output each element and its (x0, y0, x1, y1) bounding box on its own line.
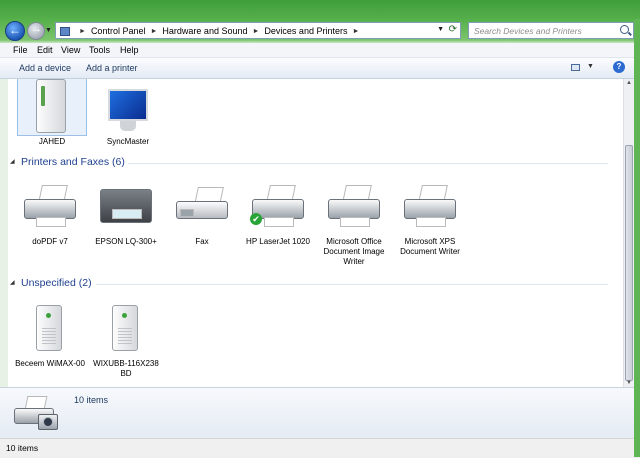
printer-icon (16, 179, 84, 235)
breadcrumb-arrow-icon[interactable]: ► (352, 28, 359, 35)
dot-matrix-printer-icon (92, 179, 160, 235)
menu-bar: File Edit View Tools Help (0, 43, 640, 58)
device-label: doPDF v7 (32, 237, 68, 246)
device-label: EPSON LQ-300+ (95, 237, 157, 246)
device-label: SyncMaster (106, 137, 150, 146)
printer-icon (320, 179, 388, 235)
view-options-dropdown[interactable]: ▼ (587, 63, 594, 70)
menu-edit[interactable]: Edit (37, 45, 53, 55)
menu-view[interactable]: View (61, 45, 80, 55)
breadcrumb-devices-and-printers[interactable]: Devices and Printers (264, 26, 347, 36)
address-dropdown[interactable]: ▼ (437, 26, 444, 33)
recent-pages-dropdown[interactable]: ▼ (45, 27, 52, 34)
printer-icon (396, 179, 464, 235)
menu-file[interactable]: File (13, 45, 28, 55)
group-title: Unspecified (2) (21, 277, 92, 289)
collapse-arrow-icon[interactable]: ◢ (10, 279, 15, 286)
device-label: Microsoft XPS Document Writer (400, 237, 460, 256)
tower-device-icon (16, 301, 84, 357)
help-icon[interactable]: ? (613, 61, 625, 73)
command-bar: Add a device Add a printer ▼ ? (0, 58, 640, 79)
scrollbar-thumb[interactable] (625, 145, 633, 381)
device-list: JAHED SyncMaster ◢ Printers and Faxes (6… (8, 79, 623, 387)
forward-button[interactable] (27, 22, 45, 40)
device-label: HP LaserJet 1020 (246, 237, 310, 246)
refresh-icon[interactable]: ⟳ (449, 24, 457, 35)
device-label: Fax (195, 237, 209, 246)
details-pane: 10 items (0, 387, 640, 439)
printer-ms-xps-document-writer[interactable]: Microsoft XPS Document Writer (394, 179, 466, 257)
back-button[interactable] (5, 21, 25, 41)
control-panel-icon (60, 26, 70, 36)
device-jahed[interactable]: JAHED (16, 79, 88, 147)
tower-device-icon (92, 301, 160, 357)
device-label: JAHED (38, 137, 66, 146)
group-divider (128, 163, 608, 164)
navigation-bar: ▼ ► Control Panel ► Hardware and Sound ►… (0, 19, 640, 43)
scroll-down-arrow-icon[interactable]: ▼ (626, 380, 632, 386)
group-unspecified[interactable]: ◢ Unspecified (2) (8, 277, 608, 291)
printer-hp-laserjet-1020[interactable]: ✔ HP LaserJet 1020 (242, 179, 314, 247)
device-beceem-wimax[interactable]: Beceem WiMAX-00 (14, 301, 86, 369)
group-printers-and-faxes[interactable]: ◢ Printers and Faxes (6) (8, 156, 608, 170)
collapse-arrow-icon[interactable]: ◢ (10, 158, 15, 165)
add-printer-button[interactable]: Add a printer (86, 63, 138, 73)
breadcrumb-arrow-icon[interactable]: ► (252, 28, 259, 35)
explorer-window: ▼ ► Control Panel ► Hardware and Sound ►… (0, 0, 640, 458)
group-divider (96, 284, 608, 285)
breadcrumb-arrow-icon[interactable]: ► (150, 28, 157, 35)
search-icon[interactable] (620, 25, 629, 34)
printer-dopdf[interactable]: doPDF v7 (14, 179, 86, 247)
default-printer-check-icon: ✔ (250, 213, 262, 225)
printer-fax[interactable]: Fax (166, 179, 238, 247)
group-title: Printers and Faxes (6) (21, 156, 125, 168)
status-text: 10 items (6, 443, 39, 453)
fax-icon (168, 179, 236, 235)
device-label: Microsoft Office Document Image Writer (323, 237, 385, 266)
monitor-icon (94, 79, 162, 135)
status-bar: 10 items (0, 438, 640, 458)
search-input[interactable]: Search Devices and Printers (468, 22, 634, 39)
devices-and-printers-icon (14, 392, 62, 434)
window-frame-right (634, 19, 640, 457)
device-label: Beceem WiMAX-00 (15, 359, 85, 368)
device-label: WIXUBB-116X238 BD (93, 359, 159, 378)
printer-epson-lq-300[interactable]: EPSON LQ-300+ (90, 179, 162, 247)
device-wixubb[interactable]: WIXUBB-116X238 BD (90, 301, 162, 379)
search-placeholder: Search Devices and Printers (474, 26, 582, 36)
menu-tools[interactable]: Tools (89, 45, 110, 55)
address-bar[interactable]: ► Control Panel ► Hardware and Sound ► D… (55, 22, 461, 39)
item-count: 10 items (74, 395, 109, 405)
breadcrumb-arrow-icon[interactable]: ► (79, 28, 86, 35)
tower-computer-icon (17, 79, 87, 136)
menu-help[interactable]: Help (120, 45, 139, 55)
scroll-up-arrow-icon[interactable]: ▲ (626, 80, 632, 86)
breadcrumb-control-panel[interactable]: Control Panel (91, 26, 146, 36)
device-syncmaster[interactable]: SyncMaster (92, 79, 164, 147)
printer-ms-office-document-image-writer[interactable]: Microsoft Office Document Image Writer (318, 179, 390, 267)
change-view-icon[interactable] (571, 64, 580, 71)
printer-icon: ✔ (244, 179, 312, 235)
add-device-button[interactable]: Add a device (19, 63, 71, 73)
breadcrumb: ► Control Panel ► Hardware and Sound ► D… (60, 26, 364, 36)
breadcrumb-hardware-and-sound[interactable]: Hardware and Sound (162, 26, 247, 36)
